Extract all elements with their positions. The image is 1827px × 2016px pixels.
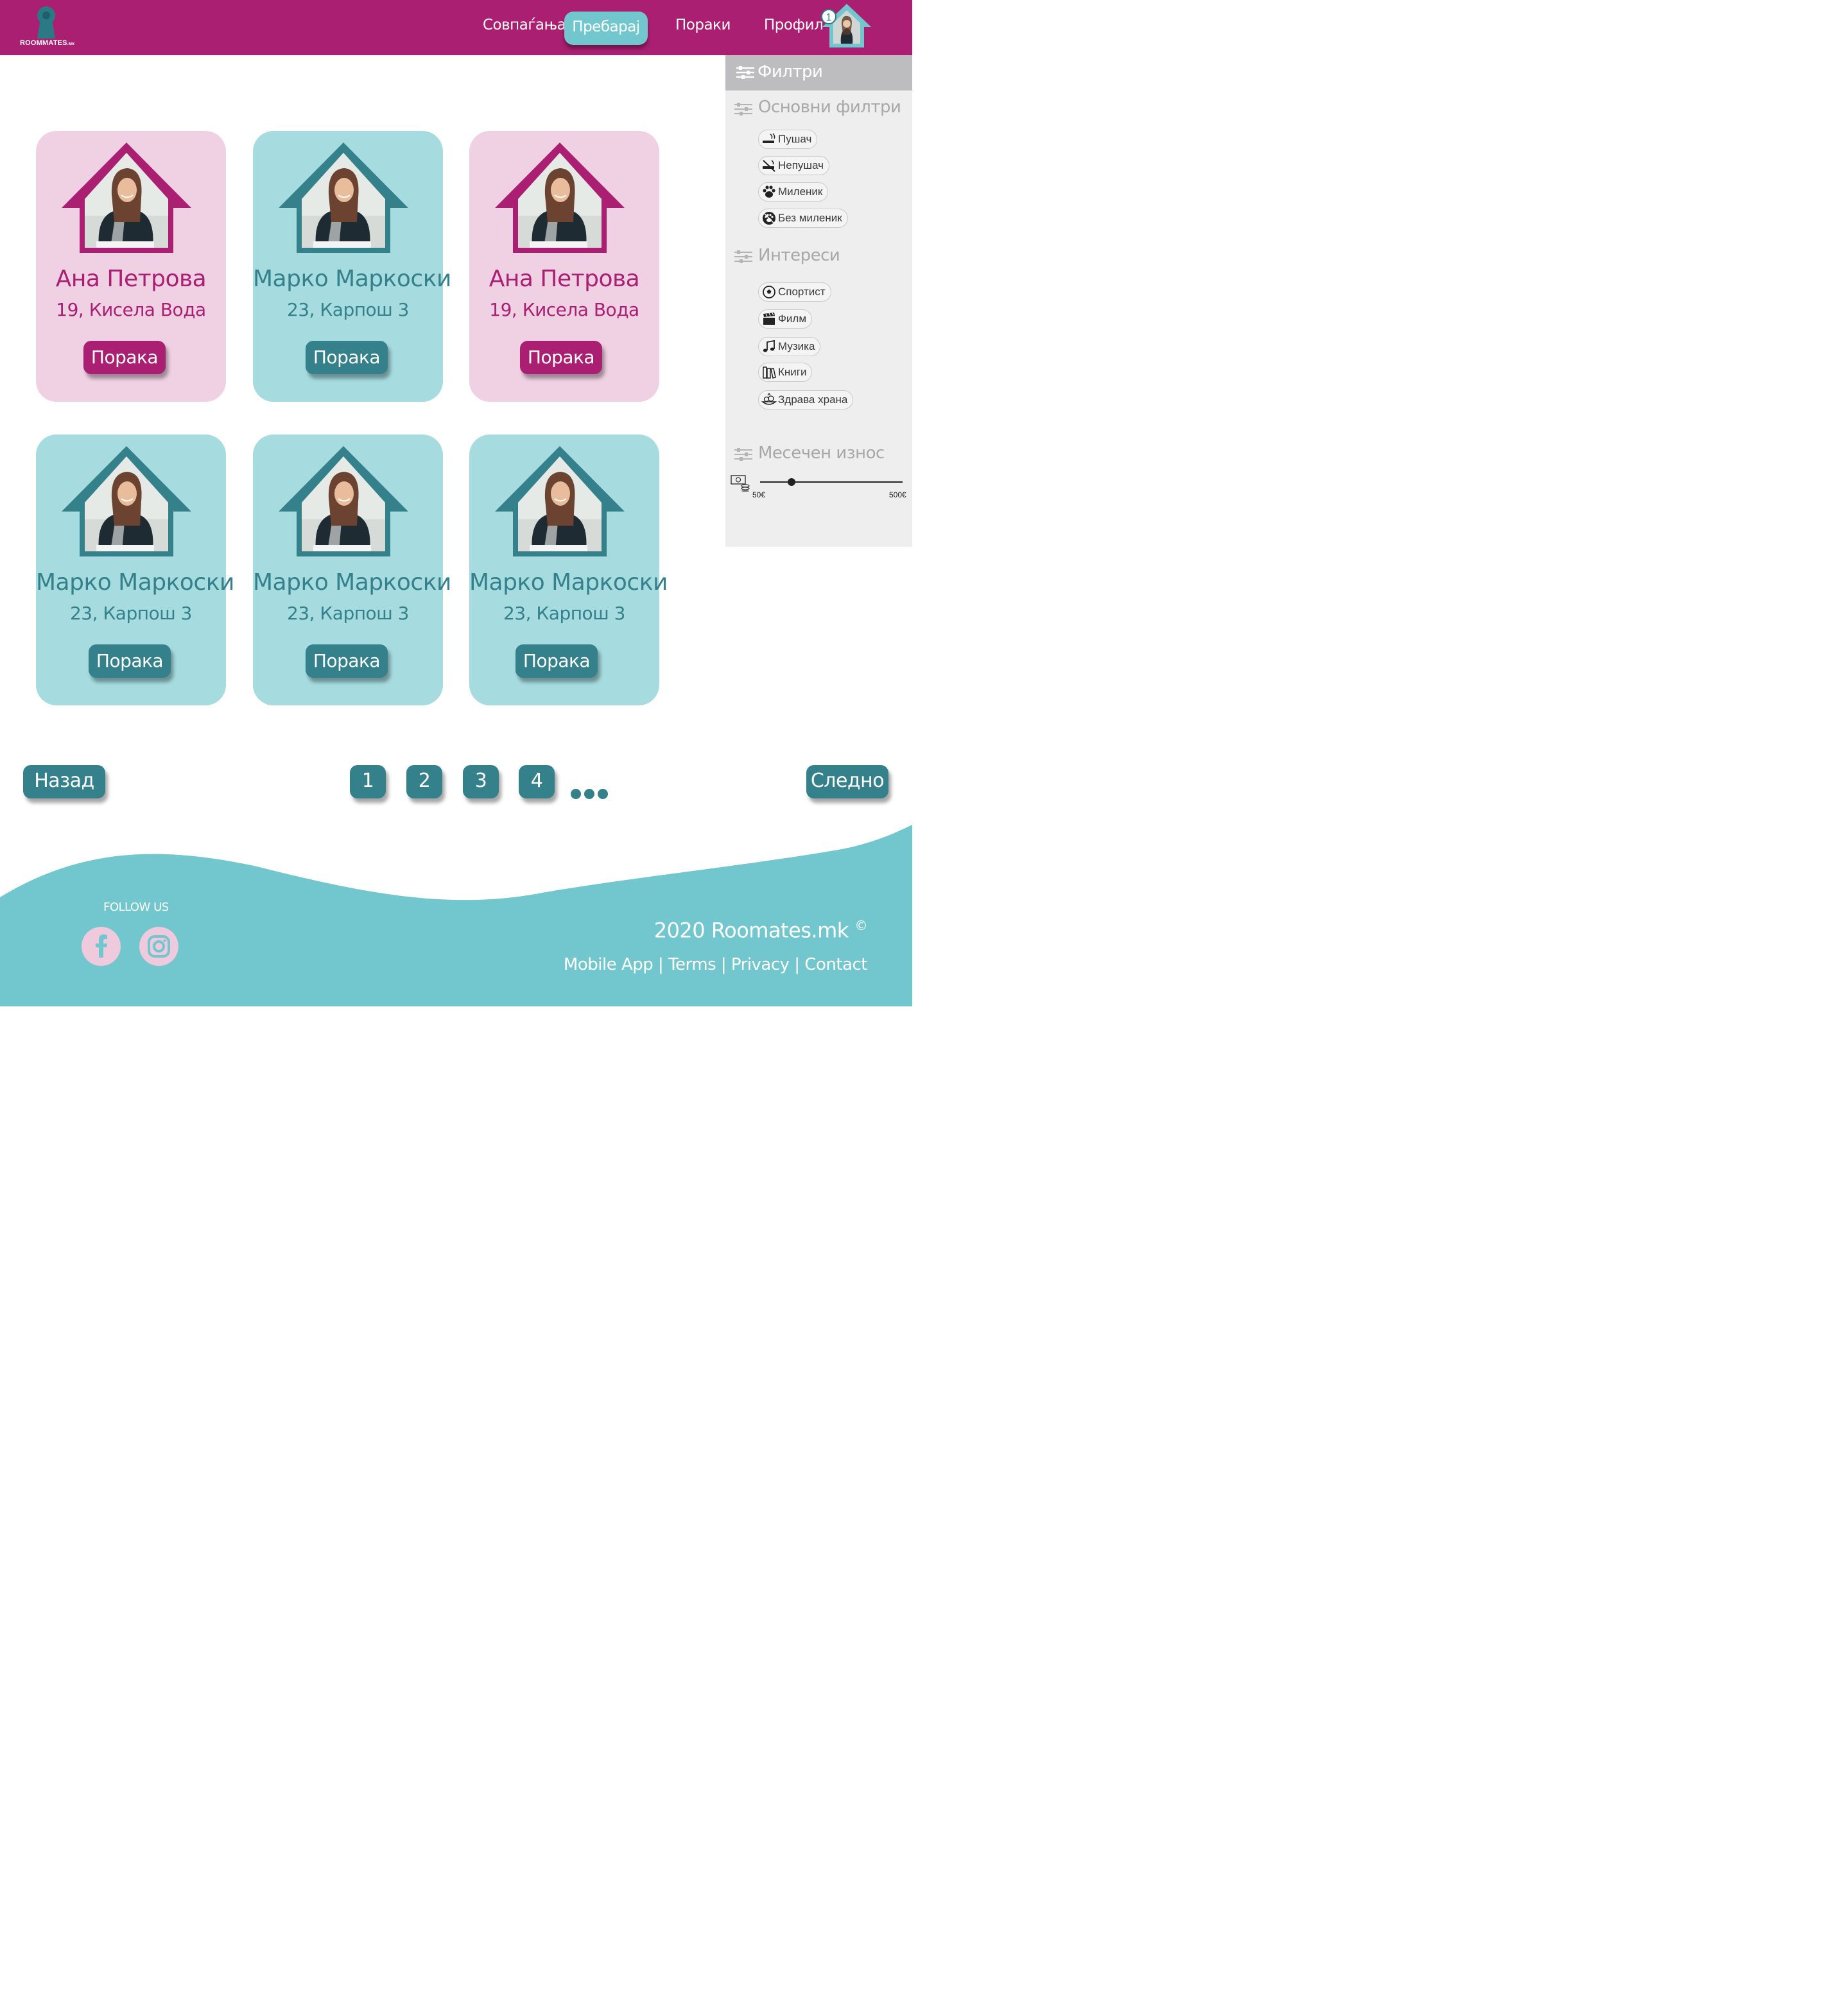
filters-title: Филтри: [758, 62, 823, 82]
message-button[interactable]: Порака: [83, 341, 166, 374]
card-age-location: 23, Карпош 3: [69, 603, 193, 624]
vegetables-icon: [761, 393, 777, 405]
card-name: Марко Маркоски: [36, 569, 234, 596]
profile-card[interactable]: Ана Петрова 19, Кисела Вода Порака: [469, 131, 659, 402]
card-name: Ана Петрова: [55, 266, 207, 292]
books-icon: [763, 366, 776, 379]
card-name: Ана Петрова: [489, 266, 640, 292]
chip-music[interactable]: Музика: [758, 337, 821, 356]
nav-search[interactable]: Пребарај: [564, 12, 648, 45]
top-nav: ROOMMATES.мк Совпаѓања Пребарај Пораки П…: [0, 0, 912, 55]
no-pet-icon: [763, 212, 775, 225]
facebook-icon: [96, 935, 107, 958]
profile-card[interactable]: Марко Маркоски 23, Карпош 3 Порака: [36, 435, 234, 705]
chip-healthy-food[interactable]: Здрава храна: [758, 390, 854, 409]
house-photo-frame: [62, 142, 191, 253]
sliders-icon: [734, 448, 752, 461]
instagram-icon: [148, 935, 170, 958]
house-photo-frame: [279, 446, 408, 556]
card-age-location: 23, Карпош 3: [286, 299, 410, 320]
card-age-location: 23, Карпош 3: [286, 603, 410, 624]
range-max-label: 500€: [889, 490, 906, 499]
sliders-icon: [734, 103, 752, 116]
house-photo-frame: [62, 446, 191, 556]
basic-filters-title: Основни филтри: [758, 98, 901, 117]
footer-wave: [0, 825, 912, 1006]
sliders-icon: [734, 250, 752, 263]
chip-film[interactable]: Филм: [758, 309, 813, 329]
no-smoking-icon: [763, 160, 775, 172]
nav-messages[interactable]: Пораки: [675, 17, 731, 33]
interests-title: Интереси: [758, 246, 840, 265]
copyright: 2020 Roomates.mk ©: [654, 918, 868, 943]
follow-us-label: FOLLOW US: [103, 900, 169, 914]
clapperboard-icon: [763, 313, 775, 325]
instagram-link[interactable]: [139, 927, 178, 966]
card-age-location: 23, Карпош 3: [503, 603, 626, 624]
smoking-icon: [763, 133, 775, 143]
chip-non-smoker[interactable]: Непушач: [758, 156, 830, 175]
monthly-amount-title: Месечен износ: [758, 444, 885, 463]
page-3-button[interactable]: 3: [463, 765, 499, 798]
page-1-button[interactable]: 1: [350, 765, 386, 798]
profile-card[interactable]: Ана Петрова 19, Кисела Вода Порака: [36, 131, 226, 402]
logo-text: ROOMMATES.мк: [20, 39, 74, 47]
back-button[interactable]: Назад: [23, 765, 105, 798]
page-4-button[interactable]: 4: [519, 765, 555, 798]
chip-sport[interactable]: Спортист: [758, 282, 831, 302]
house-photo-frame: [495, 446, 625, 556]
message-button[interactable]: Порака: [515, 644, 598, 678]
card-name: Марко Маркоски: [253, 569, 451, 596]
facebook-link[interactable]: [82, 927, 121, 966]
more-pages-icon[interactable]: [570, 788, 609, 800]
page-2-button[interactable]: 2: [406, 765, 442, 798]
profile-card[interactable]: Марко Маркоски 23, Карпош 3 Порака: [469, 435, 668, 705]
chip-smoker[interactable]: Пушач: [758, 130, 818, 149]
house-photo-frame: [495, 142, 625, 253]
card-name: Марко Маркоски: [253, 266, 451, 292]
sliders-icon: [736, 66, 754, 79]
notification-badge: 1: [821, 9, 836, 24]
soccer-ball-icon: [763, 286, 775, 298]
nav-matches[interactable]: Совпаѓања: [483, 17, 566, 33]
card-age-location: 19, Кисела Вода: [56, 299, 206, 320]
card-name: Марко Маркоски: [469, 569, 668, 596]
monthly-amount-slider-track[interactable]: [760, 481, 903, 483]
chip-no-pet[interactable]: Без миленик: [758, 209, 848, 228]
message-button[interactable]: Порака: [306, 341, 388, 374]
message-button[interactable]: Порака: [306, 644, 388, 678]
monthly-amount-slider-handle[interactable]: [787, 478, 795, 486]
profile-card[interactable]: Марко Маркоски 23, Карпош 3 Порака: [253, 131, 451, 402]
money-icon: [731, 475, 750, 492]
house-photo-frame: [279, 142, 408, 253]
filters-header[interactable]: Филтри: [725, 55, 912, 90]
message-button[interactable]: Порака: [520, 341, 602, 374]
filters-sidebar: Филтри Основни филтри Пушач Непушач Миле…: [725, 55, 912, 547]
range-min-label: 50€: [752, 490, 766, 499]
card-age-location: 19, Кисела Вода: [489, 299, 639, 320]
message-button[interactable]: Порака: [89, 644, 171, 678]
nav-profile[interactable]: Профил: [764, 17, 824, 33]
paw-icon: [763, 185, 775, 198]
footer-links[interactable]: Mobile App | Terms | Privacy | Contact: [564, 955, 868, 974]
copyright-icon: ©: [854, 918, 868, 933]
music-note-icon: [763, 340, 775, 352]
chip-books[interactable]: Книги: [758, 363, 813, 382]
next-button[interactable]: Следно: [806, 765, 888, 798]
profile-card[interactable]: Марко Маркоски 23, Карпош 3 Порака: [253, 435, 451, 705]
chip-pet[interactable]: Миленик: [758, 182, 829, 202]
